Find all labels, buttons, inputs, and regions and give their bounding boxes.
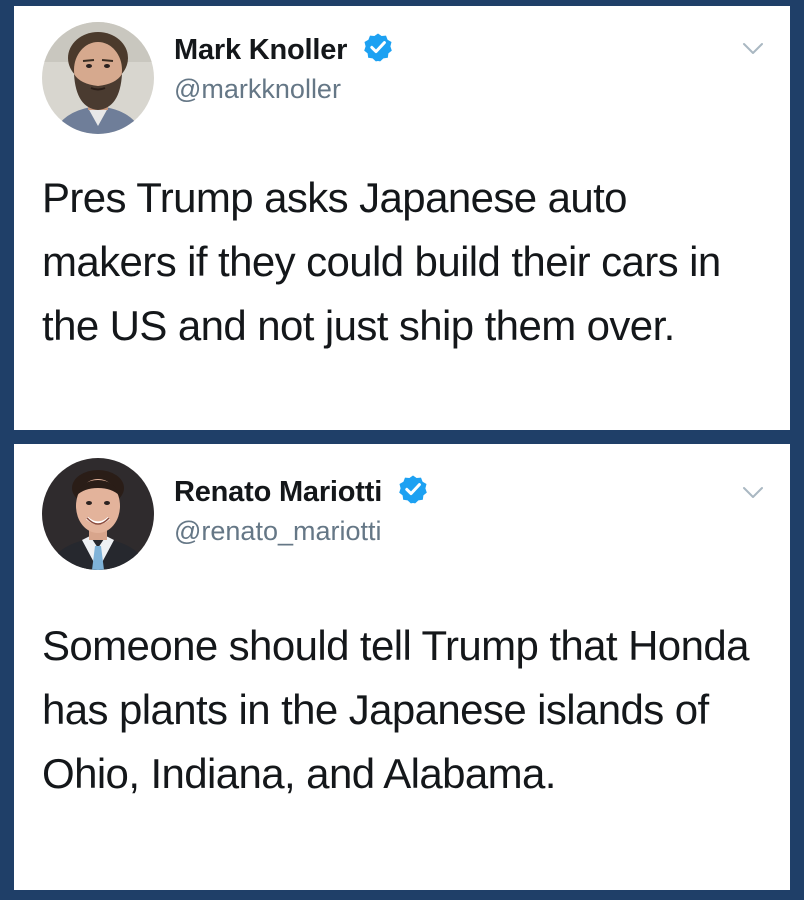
- avatar[interactable]: [42, 22, 154, 134]
- display-name-text: Mark Knoller: [174, 34, 348, 66]
- display-name[interactable]: Mark Knoller: [174, 32, 393, 67]
- verified-badge-icon: [399, 475, 427, 504]
- chevron-down-icon[interactable]: [742, 42, 764, 56]
- avatar-photo-icon: [42, 22, 154, 134]
- avatar-photo-icon: [42, 458, 154, 570]
- display-name[interactable]: Renato Mariotti: [174, 474, 428, 509]
- display-name-text: Renato Mariotti: [174, 476, 383, 508]
- tweet-card[interactable]: Mark Knoller @markknoller Pres Trump ask…: [14, 6, 790, 430]
- tweet-text: Someone should tell Trump that Honda has…: [42, 622, 749, 797]
- user-handle[interactable]: @markknoller: [174, 74, 341, 105]
- chevron-down-icon[interactable]: [742, 486, 764, 500]
- tweet-card[interactable]: Renato Mariotti @renato_mariotti Someone…: [14, 444, 790, 890]
- user-handle[interactable]: @renato_mariotti: [174, 516, 382, 547]
- verified-badge-icon: [364, 33, 392, 62]
- tweet-text: Pres Trump asks Japanese auto makers if …: [42, 174, 721, 349]
- avatar[interactable]: [42, 458, 154, 570]
